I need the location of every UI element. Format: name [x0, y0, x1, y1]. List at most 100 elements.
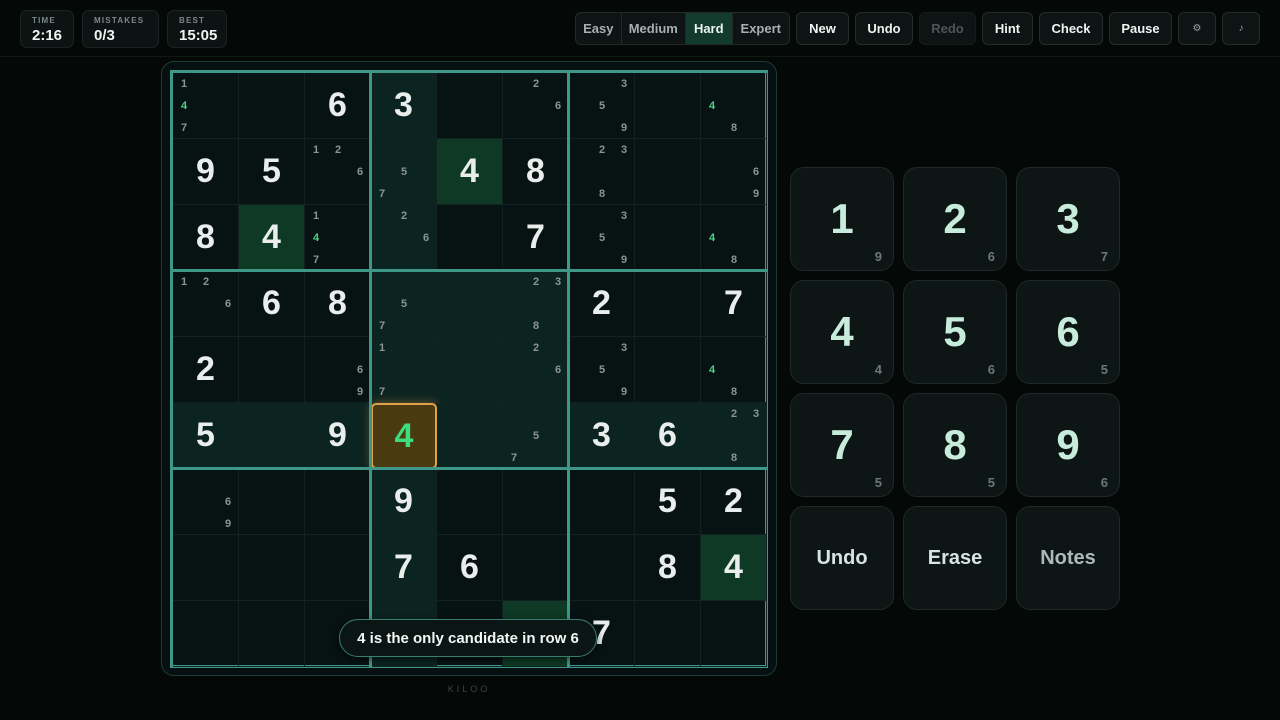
board-cell-r7c3[interactable] [305, 469, 371, 535]
board-cell-r2c9[interactable]: 69 [701, 139, 767, 205]
board-cell-r3c1[interactable]: 8 [173, 205, 239, 271]
pause-button[interactable]: Pause [1109, 12, 1172, 45]
board-cell-r8c4[interactable]: 7 [371, 535, 437, 601]
board-cell-r6c3[interactable]: 9 [305, 403, 371, 469]
settings-icon[interactable]: ⚙ [1178, 12, 1216, 45]
board-cell-r7c9[interactable]: 2 [701, 469, 767, 535]
keypad-number-9[interactable]: 96 [1016, 393, 1120, 497]
board-cell-r3c4[interactable]: 26 [371, 205, 437, 271]
board-cell-r5c1[interactable]: 2 [173, 337, 239, 403]
board-cell-r4c9[interactable]: 7 [701, 271, 767, 337]
board-cell-r4c2[interactable]: 6 [239, 271, 305, 337]
board-cell-r8c7[interactable] [569, 535, 635, 601]
board-cell-r5c3[interactable]: 69 [305, 337, 371, 403]
difficulty-hard[interactable]: Hard [685, 13, 733, 44]
board-cell-r3c8[interactable] [635, 205, 701, 271]
redo-button[interactable]: Redo [919, 12, 976, 45]
board-cell-r8c3[interactable] [305, 535, 371, 601]
keypad-number-8[interactable]: 85 [903, 393, 1007, 497]
board-cell-r8c8[interactable]: 8 [635, 535, 701, 601]
new-game-button[interactable]: New [796, 12, 849, 45]
board-cell-r8c2[interactable] [239, 535, 305, 601]
board-cell-r4c8[interactable] [635, 271, 701, 337]
board-cell-r5c8[interactable] [635, 337, 701, 403]
board-cell-r2c7[interactable]: 2 3 8 [569, 139, 635, 205]
difficulty-easy[interactable]: Easy [576, 13, 622, 44]
board-cell-r7c2[interactable] [239, 469, 305, 535]
board-cell-r5c4[interactable]: 17 [371, 337, 437, 403]
board-cell-r8c5[interactable]: 6 [437, 535, 503, 601]
board-cell-r6c5[interactable] [437, 403, 503, 469]
board-cell-r3c5[interactable] [437, 205, 503, 271]
board-cell-r6c1[interactable]: 5 [173, 403, 239, 469]
board-cell-r2c6[interactable]: 8 [503, 139, 569, 205]
board-cell-r5c5[interactable] [437, 337, 503, 403]
board-cell-r8c1[interactable] [173, 535, 239, 601]
keypad-undo-button[interactable]: Undo [790, 506, 894, 610]
board-cell-r3c3[interactable]: 1 4 7 [305, 205, 371, 271]
keypad-notes-button[interactable]: Notes [1016, 506, 1120, 610]
keypad-number-7[interactable]: 75 [790, 393, 894, 497]
board-cell-r1c7[interactable]: 3 5 9 [569, 73, 635, 139]
keypad-number-2[interactable]: 26 [903, 167, 1007, 271]
board-cell-r4c7[interactable]: 2 [569, 271, 635, 337]
undo-button[interactable]: Undo [855, 12, 913, 45]
board-cell-r1c2[interactable] [239, 73, 305, 139]
board-cell-r1c6[interactable]: 26 [503, 73, 569, 139]
keypad-number-5[interactable]: 56 [903, 280, 1007, 384]
hint-button[interactable]: Hint [982, 12, 1033, 45]
board-cell-r7c8[interactable]: 5 [635, 469, 701, 535]
board-cell-r3c7[interactable]: 3 5 9 [569, 205, 635, 271]
board-cell-r6c7[interactable]: 3 [569, 403, 635, 469]
board-cell-r6c6[interactable]: 57 [503, 403, 569, 469]
board-cell-r4c6[interactable]: 2 3 8 [503, 271, 569, 337]
board-cell-r9c1[interactable] [173, 601, 239, 667]
board-cell-r2c8[interactable] [635, 139, 701, 205]
board-cell-r7c7[interactable] [569, 469, 635, 535]
board-cell-r1c1[interactable]: 1 4 7 [173, 73, 239, 139]
board-cell-r6c9[interactable]: 2 3 8 [701, 403, 767, 469]
board-cell-r9c9[interactable] [701, 601, 767, 667]
board-cell-r4c5[interactable] [437, 271, 503, 337]
board-cell-r1c4[interactable]: 3 [371, 73, 437, 139]
board-cell-r7c6[interactable] [503, 469, 569, 535]
board-cell-r6c4[interactable]: 4 [371, 403, 437, 469]
board-cell-r1c8[interactable] [635, 73, 701, 139]
keypad-number-3[interactable]: 37 [1016, 167, 1120, 271]
board-cell-r1c3[interactable]: 6 [305, 73, 371, 139]
board-cell-r2c1[interactable]: 9 [173, 139, 239, 205]
board-cell-r1c5[interactable] [437, 73, 503, 139]
board-cell-r5c9[interactable]: 48 [701, 337, 767, 403]
keypad-number-6[interactable]: 65 [1016, 280, 1120, 384]
board-cell-r7c1[interactable]: 69 [173, 469, 239, 535]
board-cell-r1c9[interactable]: 48 [701, 73, 767, 139]
board-cell-r4c4[interactable]: 57 [371, 271, 437, 337]
board-cell-r4c3[interactable]: 8 [305, 271, 371, 337]
keypad-number-4[interactable]: 44 [790, 280, 894, 384]
difficulty-expert[interactable]: Expert [733, 13, 789, 44]
board-cell-r3c9[interactable]: 48 [701, 205, 767, 271]
check-button[interactable]: Check [1039, 12, 1103, 45]
keypad-number-1[interactable]: 19 [790, 167, 894, 271]
board-cell-r5c6[interactable]: 26 [503, 337, 569, 403]
board-cell-r5c7[interactable]: 3 5 9 [569, 337, 635, 403]
board-cell-r3c2[interactable]: 4 [239, 205, 305, 271]
board-cell-r5c2[interactable] [239, 337, 305, 403]
board-cell-r2c5[interactable]: 4 [437, 139, 503, 205]
board-cell-r2c3[interactable]: 1 2 6 [305, 139, 371, 205]
board-cell-r7c5[interactable] [437, 469, 503, 535]
keypad-erase-button[interactable]: Erase [903, 506, 1007, 610]
board-cell-r7c4[interactable]: 9 [371, 469, 437, 535]
board-cell-r9c2[interactable] [239, 601, 305, 667]
board-cell-r8c6[interactable] [503, 535, 569, 601]
board-cell-r6c2[interactable] [239, 403, 305, 469]
board-cell-r4c1[interactable]: 1 2 6 [173, 271, 239, 337]
board-cell-r9c8[interactable] [635, 601, 701, 667]
board-cell-r2c4[interactable]: 57 [371, 139, 437, 205]
board-cell-r2c2[interactable]: 5 [239, 139, 305, 205]
board-cell-r8c9[interactable]: 4 [701, 535, 767, 601]
board-cell-r3c6[interactable]: 7 [503, 205, 569, 271]
board-cell-r6c8[interactable]: 6 [635, 403, 701, 469]
music-icon[interactable]: ♪ [1222, 12, 1260, 45]
difficulty-medium[interactable]: Medium [622, 13, 686, 44]
